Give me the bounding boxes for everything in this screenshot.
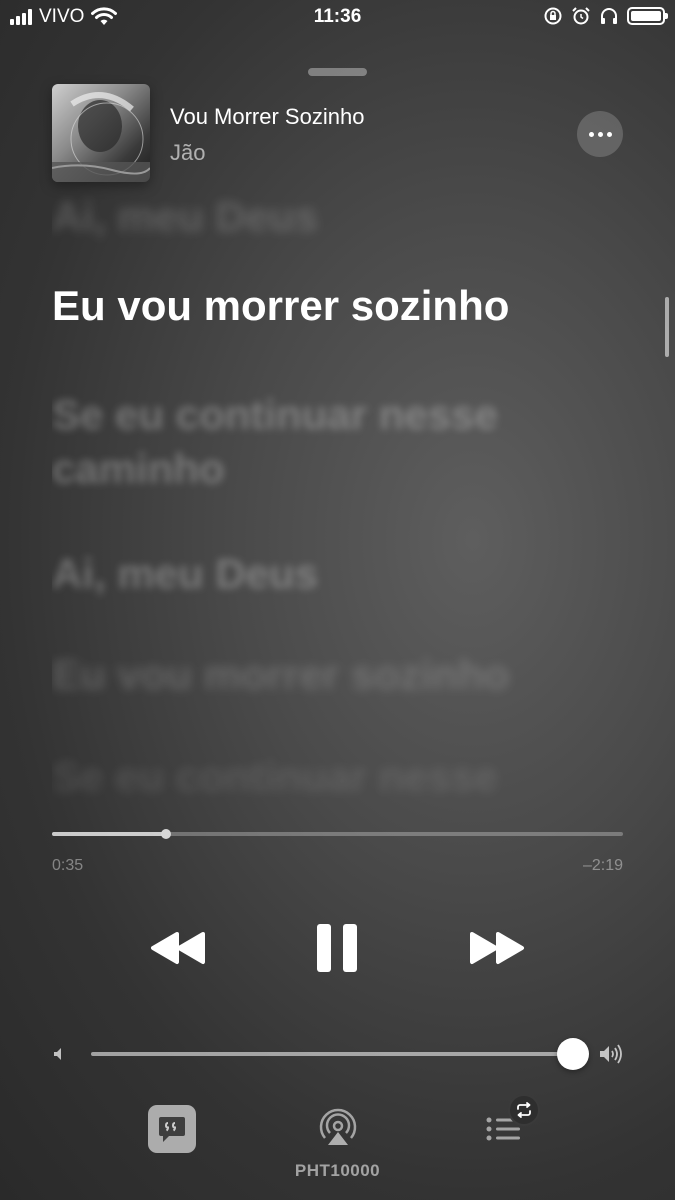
pause-button[interactable] [310, 918, 364, 978]
bottom-toolbar: PHT10000 [0, 1094, 675, 1200]
fast-forward-button[interactable] [465, 922, 527, 974]
battery-icon [627, 7, 668, 25]
lyrics-button[interactable] [148, 1105, 196, 1153]
lyric-line[interactable]: Se eu continuar nesse caminho [52, 388, 622, 496]
volume-control[interactable] [50, 1036, 625, 1072]
lyrics-icon [159, 1117, 185, 1142]
airplay-button[interactable] [318, 1108, 358, 1148]
rewind-button[interactable] [148, 922, 210, 974]
orientation-lock-icon [544, 7, 562, 25]
repeat-indicator[interactable] [508, 1094, 540, 1126]
lyric-line[interactable]: Eu vou morrer sozinho [52, 648, 622, 702]
elapsed-time: 0:35 [52, 857, 84, 874]
alarm-icon [572, 7, 590, 25]
album-artwork[interactable] [52, 84, 150, 182]
lyric-line[interactable]: Ai, meu Deus [52, 190, 622, 244]
status-right [543, 6, 668, 26]
lyric-line-active[interactable]: Eu vou morrer sozinho [52, 279, 622, 333]
more-options-button[interactable] [577, 111, 623, 157]
volume-track[interactable] [91, 1052, 573, 1056]
repeat-icon [517, 1102, 531, 1118]
lyric-line[interactable]: Se eu continuar nesse [52, 750, 622, 804]
lyrics-scrollbar[interactable] [665, 297, 669, 357]
airplay-icon [319, 1108, 357, 1145]
song-title: Vou Morrer Sozinho [170, 104, 365, 129]
remaining-time: –2:19 [582, 857, 623, 874]
rewind-icon [151, 932, 205, 964]
pause-icon [317, 924, 357, 972]
lyrics-view[interactable]: Ai, meu Deus Eu vou morrer sozinho Se eu… [52, 190, 632, 810]
more-icon [588, 131, 594, 137]
fast-forward-icon [470, 932, 524, 964]
scrubber-fill [52, 832, 167, 836]
scrubber-knob[interactable] [161, 829, 172, 839]
sheet-grabber[interactable] [308, 68, 367, 76]
artist-name[interactable]: Jão [170, 140, 205, 166]
status-bar: VIVO 11:36 [0, 0, 675, 36]
output-device-label: PHT10000 [294, 1161, 381, 1180]
headphones-icon [601, 8, 617, 24]
volume-high-icon [600, 1044, 622, 1064]
volume-low-icon [54, 1048, 61, 1060]
album-art-image [52, 92, 150, 182]
playback-scrubber[interactable] [52, 828, 623, 840]
now-playing-header: Vou Morrer Sozinho Jão [52, 84, 623, 184]
volume-knob[interactable] [557, 1038, 589, 1070]
lyric-line[interactable]: Ai, meu Deus [52, 547, 622, 601]
